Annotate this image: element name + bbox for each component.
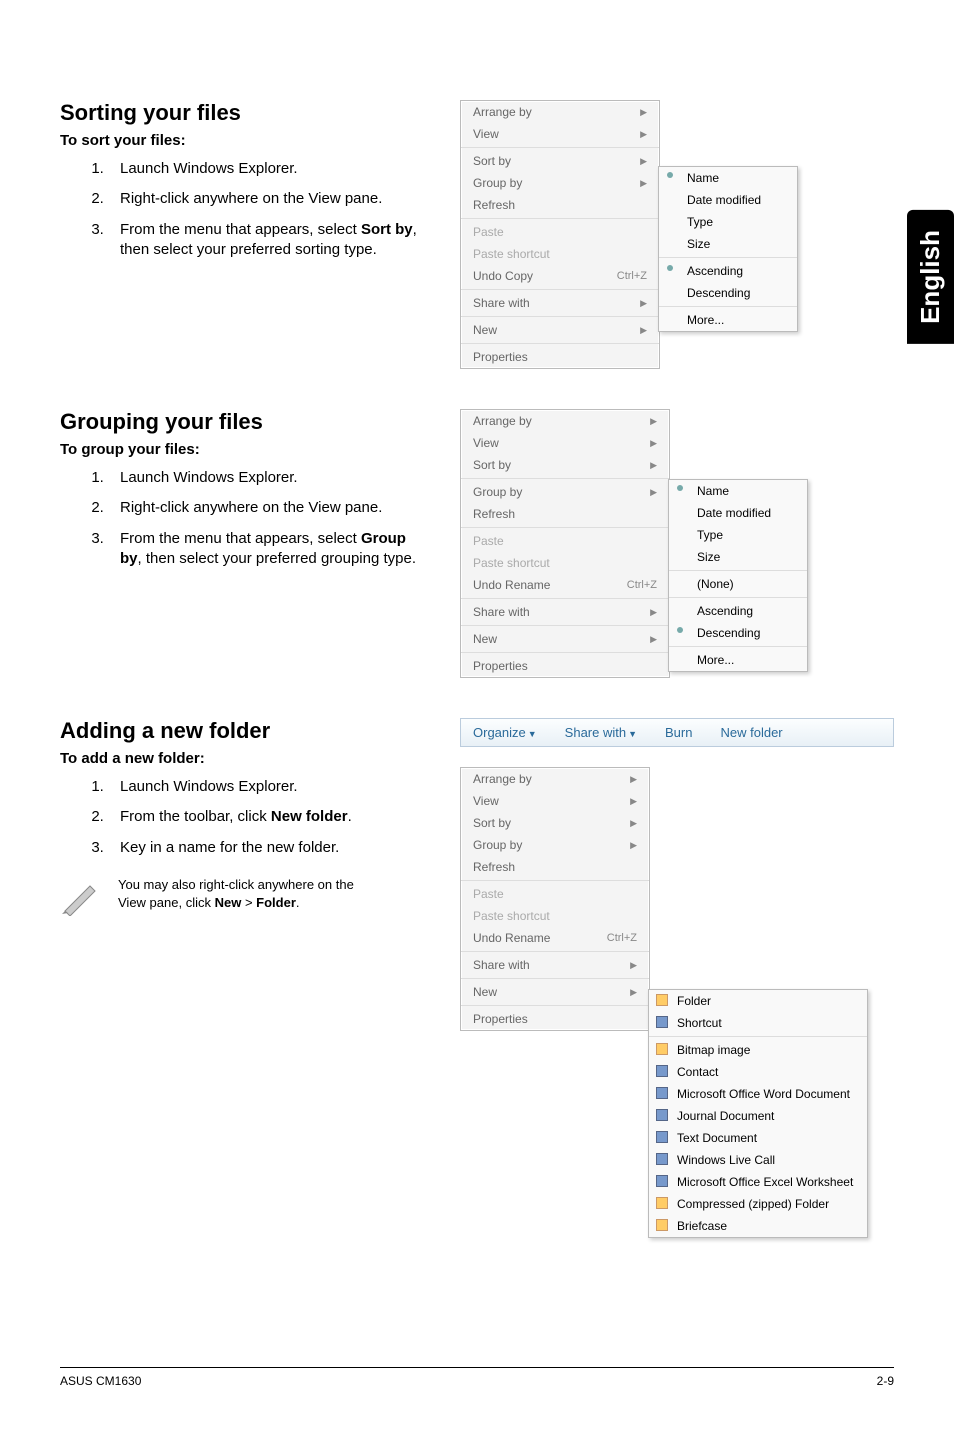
context-menu-item[interactable]: Share with▶ (461, 292, 659, 314)
context-menu-item[interactable]: Group by▶ (461, 172, 659, 194)
context-menu-item[interactable]: Group by▶ (461, 834, 649, 856)
toolbar-burn[interactable]: Burn (665, 725, 692, 740)
grouping-heading: Grouping your files (60, 409, 430, 435)
context-menu-item[interactable]: Refresh (461, 194, 659, 216)
context-menu-item[interactable]: New▶ (461, 628, 669, 650)
adding-sub: To add a new folder: (60, 750, 430, 767)
context-menu-item[interactable]: View▶ (461, 432, 669, 454)
context-menu-item: Paste shortcut (461, 905, 649, 927)
context-menu-item[interactable]: New▶ (461, 319, 659, 341)
footer-left: ASUS CM1630 (60, 1374, 141, 1388)
language-tab: English (907, 210, 954, 344)
submenu-item[interactable]: More... (659, 309, 797, 331)
step-item: Right-click anywhere on the View pane. (108, 498, 430, 518)
toolbar-newfolder[interactable]: New folder (720, 725, 782, 740)
context-menu-item[interactable]: New▶ (461, 981, 649, 1003)
context-menu-item[interactable]: View▶ (461, 790, 649, 812)
context-menu-item[interactable]: Arrange by▶ (461, 101, 659, 123)
grouping-sub: To group your files: (60, 441, 430, 458)
submenu-item[interactable]: Descending (669, 622, 807, 644)
submenu-item[interactable]: Windows Live Call (649, 1149, 867, 1171)
submenu-item[interactable]: Ascending (669, 600, 807, 622)
step-item: Right-click anywhere on the View pane. (108, 189, 430, 209)
submenu-item[interactable]: Text Document (649, 1127, 867, 1149)
explorer-toolbar: Organize▼ Share with▼ Burn New folder (460, 718, 894, 747)
context-menu-item[interactable]: Undo CopyCtrl+Z (461, 265, 659, 287)
step-item: Key in a name for the new folder. (108, 838, 430, 858)
submenu-item[interactable]: Bitmap image (649, 1039, 867, 1061)
context-menu-item[interactable]: Refresh (461, 856, 649, 878)
context-menu-item: Paste shortcut (461, 552, 669, 574)
context-menu-item: Paste (461, 530, 669, 552)
context-menu-item[interactable]: Share with▶ (461, 601, 669, 623)
new-context-menu[interactable]: Arrange by▶View▶Sort by▶Group by▶Refresh… (460, 767, 650, 1031)
submenu-item[interactable]: Date modified (669, 502, 807, 524)
submenu-item[interactable]: More... (669, 649, 807, 671)
context-menu-item[interactable]: Properties (461, 346, 659, 368)
submenu-item[interactable]: Type (659, 211, 797, 233)
new-submenu[interactable]: FolderShortcutBitmap imageContactMicroso… (648, 989, 868, 1238)
toolbar-organize[interactable]: Organize▼ (473, 725, 537, 740)
context-menu-item[interactable]: Share with▶ (461, 954, 649, 976)
submenu-item[interactable]: Type (669, 524, 807, 546)
context-menu-item[interactable]: Group by▶ (461, 481, 669, 503)
submenu-item[interactable]: Size (659, 233, 797, 255)
context-menu-item[interactable]: Sort by▶ (461, 150, 659, 172)
context-menu-item[interactable]: Arrange by▶ (461, 768, 649, 790)
pencil-icon (60, 876, 100, 916)
context-menu-item[interactable]: Refresh (461, 503, 669, 525)
context-menu-item[interactable]: Sort by▶ (461, 454, 669, 476)
submenu-item[interactable]: Microsoft Office Excel Worksheet (649, 1171, 867, 1193)
step-item: From the menu that appears, select Group… (108, 529, 430, 570)
submenu-item[interactable]: Name (659, 167, 797, 189)
submenu-item[interactable]: Journal Document (649, 1105, 867, 1127)
toolbar-share[interactable]: Share with▼ (565, 725, 637, 740)
sort-submenu[interactable]: NameDate modifiedTypeSize AscendingDescen… (658, 166, 798, 332)
adding-heading: Adding a new folder (60, 718, 430, 744)
footer-right: 2-9 (877, 1374, 894, 1388)
step-item: Launch Windows Explorer. (108, 468, 430, 488)
adding-steps: Launch Windows Explorer. From the toolbar… (108, 777, 430, 858)
sorting-heading: Sorting your files (60, 100, 430, 126)
submenu-item[interactable]: Contact (649, 1061, 867, 1083)
context-menu-item[interactable]: Undo RenameCtrl+Z (461, 927, 649, 949)
sorting-sub: To sort your files: (60, 132, 430, 149)
context-menu-item[interactable]: Properties (461, 1008, 649, 1030)
submenu-item[interactable]: Compressed (zipped) Folder (649, 1193, 867, 1215)
submenu-item[interactable]: Name (669, 480, 807, 502)
submenu-item[interactable]: Folder (649, 990, 867, 1012)
step-item: Launch Windows Explorer. (108, 159, 430, 179)
submenu-item[interactable]: Size (669, 546, 807, 568)
context-menu-item[interactable]: Properties (461, 655, 669, 677)
group-context-menu[interactable]: Arrange by▶View▶Sort by▶ Group by▶Refresh… (460, 409, 670, 678)
grouping-steps: Launch Windows Explorer. Right-click anyw… (108, 468, 430, 569)
context-menu-item[interactable]: Arrange by▶ (461, 410, 669, 432)
context-menu-item[interactable]: Sort by▶ (461, 812, 649, 834)
context-menu-item[interactable]: View▶ (461, 123, 659, 145)
step-item: Launch Windows Explorer. (108, 777, 430, 797)
submenu-item[interactable]: Briefcase (649, 1215, 867, 1237)
sorting-steps: Launch Windows Explorer. Right-click anyw… (108, 159, 430, 260)
context-menu-item[interactable]: Undo RenameCtrl+Z (461, 574, 669, 596)
submenu-item[interactable]: Microsoft Office Word Document (649, 1083, 867, 1105)
context-menu-item: Paste (461, 883, 649, 905)
submenu-item[interactable]: Date modified (659, 189, 797, 211)
context-menu-item: Paste shortcut (461, 243, 659, 265)
submenu-item[interactable]: Descending (659, 282, 797, 304)
submenu-item[interactable]: Ascending (659, 260, 797, 282)
submenu-item[interactable]: Shortcut (649, 1012, 867, 1034)
context-menu-item: Paste (461, 221, 659, 243)
sort-context-menu[interactable]: Arrange by▶View▶ Sort by▶Group by▶Refresh… (460, 100, 660, 369)
group-submenu[interactable]: NameDate modifiedTypeSize (None) Ascending… (668, 479, 808, 672)
adding-note: You may also right-click anywhere on the… (118, 876, 378, 912)
submenu-item[interactable]: (None) (669, 573, 807, 595)
step-item: From the menu that appears, select Sort … (108, 220, 430, 261)
step-item: From the toolbar, click New folder. (108, 807, 430, 827)
